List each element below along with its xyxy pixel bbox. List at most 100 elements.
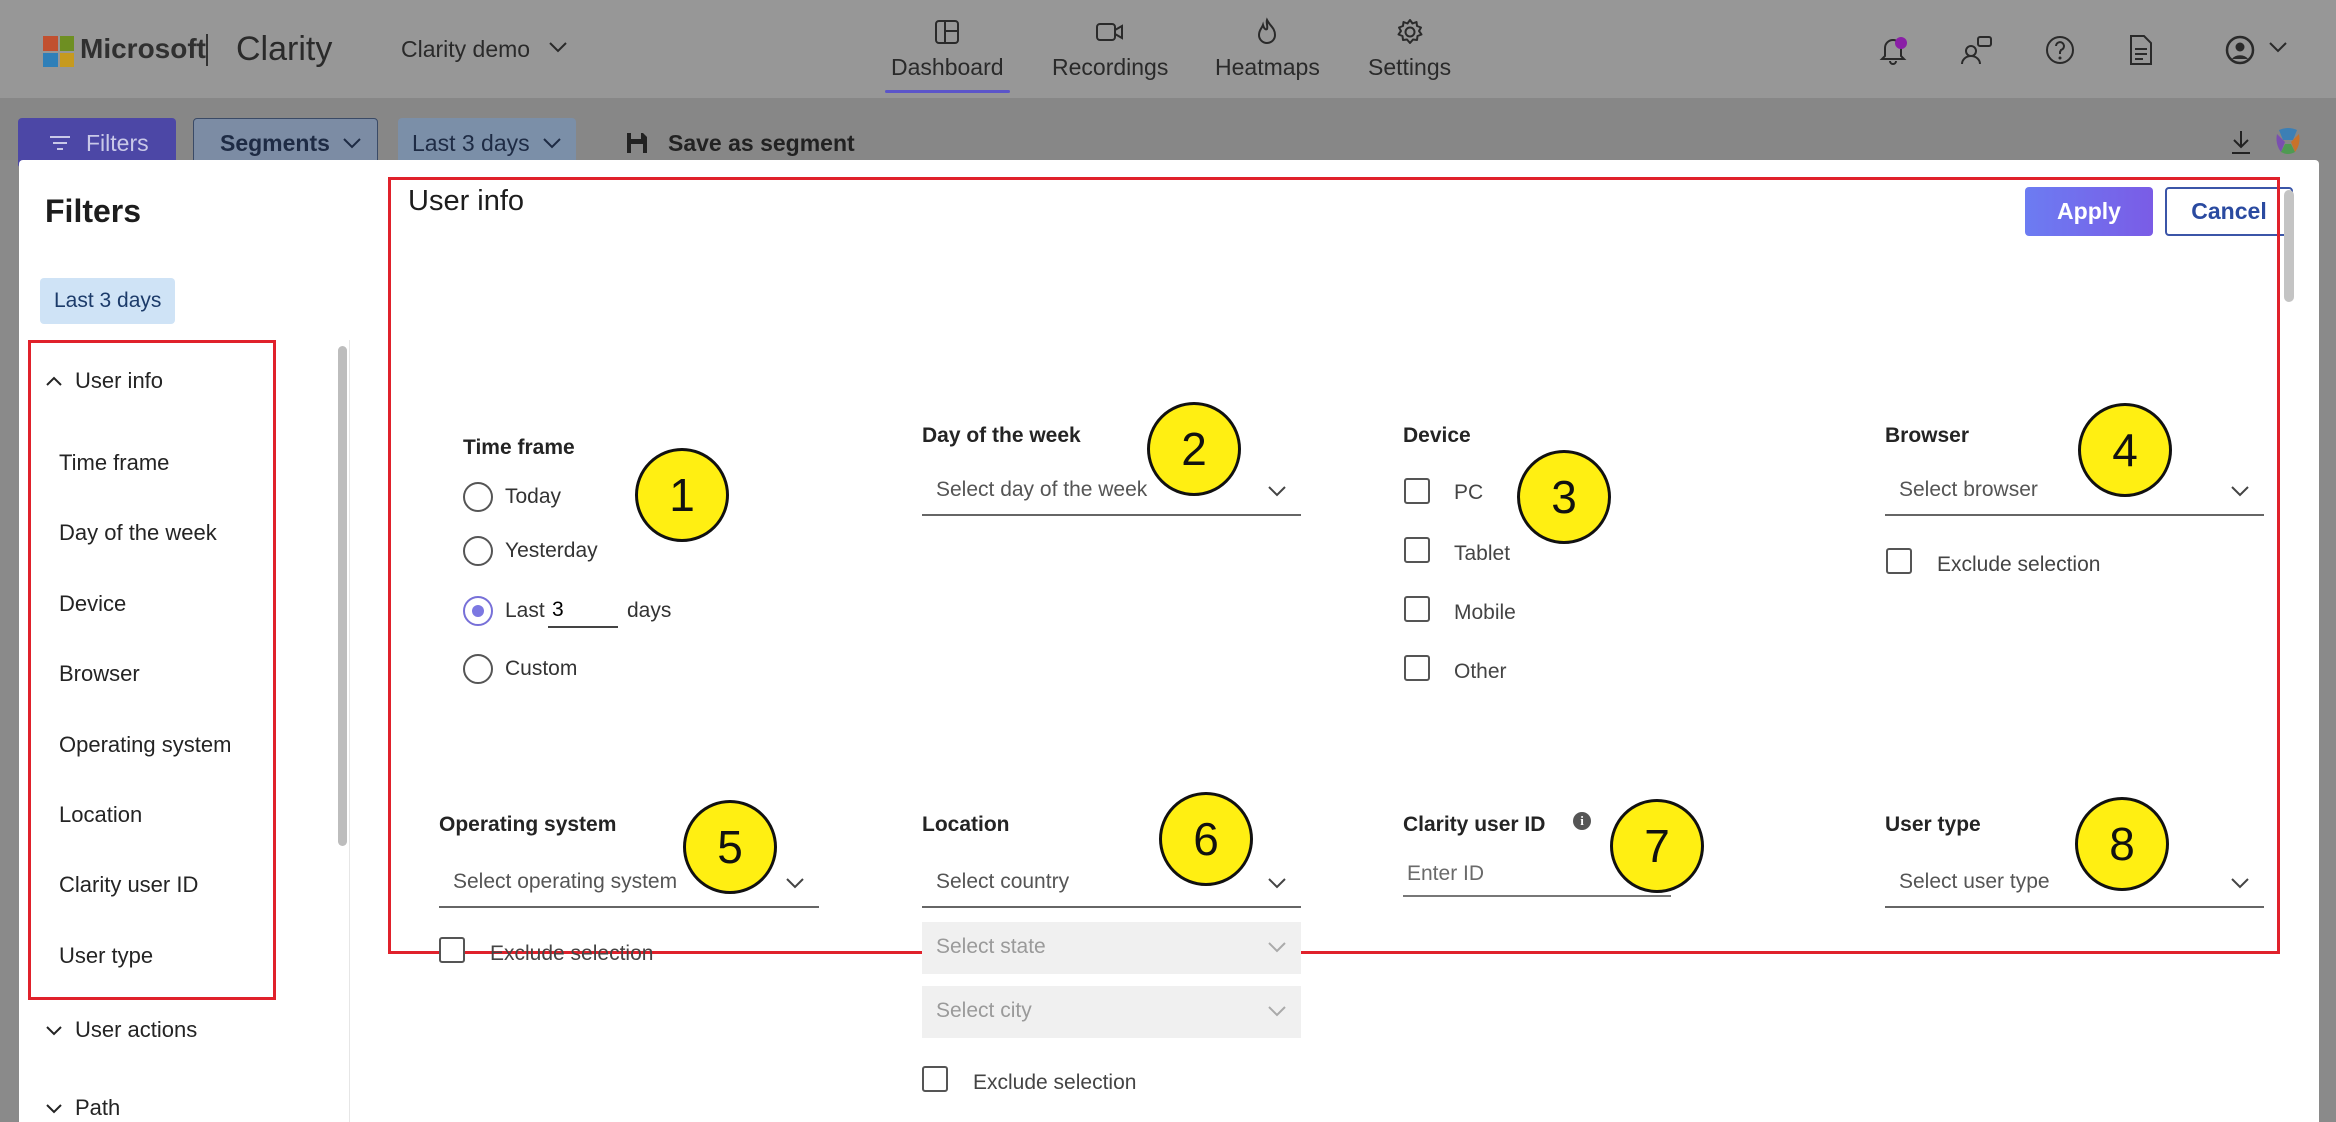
day-of-week-placeholder: Select day of the week — [936, 478, 1148, 501]
tab-label: Settings — [1368, 54, 1452, 80]
radio-yesterday[interactable] — [463, 536, 493, 566]
annotation-marker-4: 4 — [2078, 403, 2172, 497]
device-pc-checkbox[interactable] — [1404, 478, 1430, 504]
radio-today[interactable] — [463, 482, 493, 512]
chevron-down-icon — [786, 878, 804, 889]
tab-settings[interactable]: Settings — [1368, 16, 1451, 81]
project-selector[interactable]: Clarity demo — [401, 36, 530, 63]
tab-dashboard[interactable]: Dashboard — [885, 16, 1010, 93]
browser-placeholder: Select browser — [1899, 478, 2038, 501]
sidebar-group-user-info[interactable]: User info — [45, 368, 163, 394]
top-navigation-bar: Microsoft Clarity Clarity demo Dashboard… — [0, 0, 2336, 98]
sidebar-group-label: User info — [75, 368, 164, 393]
sidebar-scrollbar[interactable] — [338, 346, 347, 846]
chevron-down-icon[interactable] — [548, 40, 568, 54]
sidebar-group-user-actions[interactable]: User actions — [45, 1017, 197, 1043]
chevron-down-icon[interactable] — [2268, 40, 2288, 54]
chevron-down-icon — [2231, 878, 2249, 889]
notification-dot — [1895, 37, 1907, 49]
radio-last[interactable] — [463, 596, 493, 626]
section-title: User info — [408, 185, 525, 217]
help-icon[interactable] — [2044, 34, 2076, 66]
os-exclude-checkbox[interactable] — [439, 937, 465, 963]
device-mobile-checkbox[interactable] — [1404, 596, 1430, 622]
browser-exclude-label: Exclude selection — [1937, 553, 2101, 576]
chevron-down-icon — [343, 138, 361, 149]
day-of-week-label: Day of the week — [922, 424, 1081, 447]
radio-today-label: Today — [505, 485, 562, 508]
user-type-label: User type — [1885, 813, 1981, 836]
brand-name[interactable]: Microsoft — [80, 33, 206, 65]
download-icon[interactable] — [2229, 128, 2253, 156]
state-select[interactable]: Select state — [922, 922, 1301, 974]
time-frame-label: Time frame — [463, 436, 575, 459]
device-tablet-checkbox[interactable] — [1404, 537, 1430, 563]
sidebar-group-label: Path — [75, 1095, 121, 1120]
dashboard-icon — [935, 20, 960, 44]
radio-custom-label: Custom — [505, 657, 578, 680]
device-label: Device — [1403, 424, 1471, 447]
account-icon[interactable] — [2224, 34, 2258, 66]
app-name[interactable]: Clarity — [236, 30, 332, 69]
browser-select[interactable]: Select browser — [1885, 472, 2264, 516]
last-days-input[interactable] — [548, 594, 618, 628]
sidebar-group-label: User actions — [75, 1017, 198, 1042]
video-icon — [1096, 23, 1124, 41]
device-other-checkbox[interactable] — [1404, 655, 1430, 681]
copilot-icon[interactable] — [2271, 124, 2305, 158]
state-placeholder: Select state — [936, 935, 1046, 958]
sidebar-item-user-type[interactable]: User type — [59, 943, 153, 969]
chevron-down-icon — [2231, 486, 2249, 497]
sidebar-item-browser[interactable]: Browser — [59, 661, 140, 687]
user-type-select[interactable]: Select user type — [1885, 864, 2264, 908]
annotation-marker-1: 1 — [635, 448, 729, 542]
sidebar-item-day-of-week[interactable]: Day of the week — [59, 520, 217, 546]
radio-custom[interactable] — [463, 654, 493, 684]
annotation-marker-5: 5 — [683, 800, 777, 894]
sidebar-item-location[interactable]: Location — [59, 802, 142, 828]
country-select[interactable]: Select country — [922, 864, 1301, 908]
sidebar-item-clarity-user-id[interactable]: Clarity user ID — [59, 872, 198, 898]
user-type-placeholder: Select user type — [1899, 870, 2050, 893]
city-placeholder: Select city — [936, 999, 1032, 1022]
people-icon[interactable] — [1960, 34, 1994, 66]
radio-yesterday-label: Yesterday — [505, 539, 598, 562]
info-icon[interactable]: i — [1573, 812, 1591, 830]
user-id-label: Clarity user ID — [1403, 813, 1546, 836]
device-other-label: Other — [1454, 660, 1507, 683]
device-tablet-label: Tablet — [1454, 542, 1511, 565]
tab-heatmaps[interactable]: Heatmaps — [1215, 16, 1320, 81]
chevron-down-icon — [542, 138, 561, 149]
flame-icon — [1258, 17, 1277, 44]
segments-label: Segments — [220, 129, 330, 156]
day-of-week-select[interactable]: Select day of the week — [922, 472, 1301, 516]
panel-title: Filters — [45, 193, 142, 229]
location-exclude-checkbox[interactable] — [922, 1066, 948, 1092]
annotation-marker-6: 6 — [1159, 792, 1253, 886]
device-pc-label: PC — [1454, 481, 1484, 504]
tab-label: Recordings — [1052, 54, 1169, 80]
chevron-down-icon — [1268, 878, 1286, 889]
sidebar-item-time-frame[interactable]: Time frame — [59, 450, 169, 476]
microsoft-logo-icon — [43, 36, 74, 67]
document-icon[interactable] — [2128, 34, 2154, 66]
city-select[interactable]: Select city — [922, 986, 1301, 1038]
chevron-down-icon — [1268, 486, 1286, 497]
active-filter-chip[interactable]: Last 3 days — [40, 278, 176, 324]
chevron-down-icon — [46, 1026, 62, 1036]
device-mobile-label: Mobile — [1454, 601, 1516, 624]
sidebar-item-device[interactable]: Device — [59, 591, 126, 617]
tab-recordings[interactable]: Recordings — [1052, 16, 1168, 81]
os-placeholder: Select operating system — [453, 870, 678, 893]
browser-exclude-checkbox[interactable] — [1886, 548, 1912, 574]
filter-lines-icon — [50, 136, 70, 150]
sidebar-item-operating-system[interactable]: Operating system — [59, 732, 231, 758]
annotation-marker-7: 7 — [1610, 799, 1704, 893]
content-scrollbar[interactable] — [2284, 190, 2294, 302]
annotation-marker-2: 2 — [1147, 402, 1241, 496]
days-unit-label: days — [627, 599, 672, 622]
sidebar-divider — [349, 340, 350, 1122]
chevron-down-icon — [1268, 942, 1286, 953]
sidebar-group-path[interactable]: Path — [45, 1095, 120, 1121]
chevron-up-icon — [46, 376, 62, 386]
